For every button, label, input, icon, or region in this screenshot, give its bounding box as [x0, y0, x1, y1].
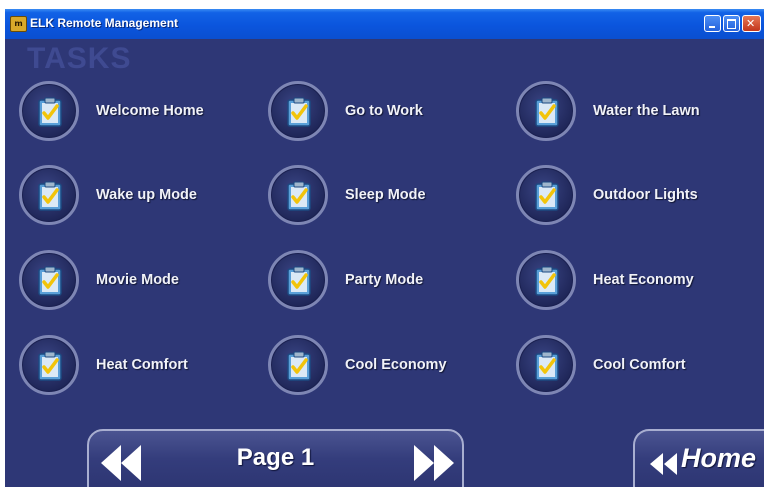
- task-button[interactable]: Heat Comfort: [19, 335, 188, 395]
- task-label: Outdoor Lights: [593, 187, 698, 203]
- task-label: Go to Work: [345, 103, 423, 119]
- task-button[interactable]: Go to Work: [268, 81, 423, 141]
- clipboard-checkmark-icon: [268, 335, 328, 395]
- clipboard-checkmark-icon: [268, 165, 328, 225]
- task-label: Movie Mode: [96, 272, 179, 288]
- minimize-button[interactable]: [704, 15, 721, 32]
- task-label: Sleep Mode: [345, 187, 426, 203]
- task-label: Heat Economy: [593, 272, 694, 288]
- task-label: Heat Comfort: [96, 357, 188, 373]
- clipboard-checkmark-icon: [516, 165, 576, 225]
- task-button[interactable]: Party Mode: [268, 250, 423, 310]
- task-button[interactable]: Cool Economy: [268, 335, 447, 395]
- clipboard-checkmark-icon: [516, 250, 576, 310]
- task-button[interactable]: Wake up Mode: [19, 165, 197, 225]
- app-logo-icon: m: [10, 16, 27, 32]
- clipboard-checkmark-icon: [268, 250, 328, 310]
- task-button[interactable]: Heat Economy: [516, 250, 694, 310]
- pager: Page 1: [87, 429, 464, 487]
- task-button[interactable]: Welcome Home: [19, 81, 204, 141]
- task-label: Cool Comfort: [593, 357, 686, 373]
- app-window: m ELK Remote Management TASKS Welcome Ho…: [5, 9, 764, 487]
- task-label: Water the Lawn: [593, 103, 700, 119]
- maximize-button[interactable]: [723, 15, 740, 32]
- task-button[interactable]: Outdoor Lights: [516, 165, 698, 225]
- task-label: Cool Economy: [345, 357, 447, 373]
- clipboard-checkmark-icon: [19, 335, 79, 395]
- page-indicator: Page 1: [236, 444, 315, 471]
- task-button[interactable]: Sleep Mode: [268, 165, 426, 225]
- home-label: Home: [681, 443, 757, 473]
- clipboard-checkmark-icon: [19, 81, 79, 141]
- home-button[interactable]: Home: [633, 429, 764, 487]
- task-label: Wake up Mode: [96, 187, 197, 203]
- clipboard-checkmark-icon: [19, 165, 79, 225]
- task-button[interactable]: Movie Mode: [19, 250, 179, 310]
- task-button[interactable]: Water the Lawn: [516, 81, 700, 141]
- clipboard-checkmark-icon: [268, 81, 328, 141]
- clipboard-checkmark-icon: [516, 335, 576, 395]
- window-title: ELK Remote Management: [30, 16, 179, 30]
- clipboard-checkmark-icon: [516, 81, 576, 141]
- section-title: TASKS: [27, 42, 132, 75]
- task-label: Welcome Home: [96, 103, 204, 119]
- task-button[interactable]: Cool Comfort: [516, 335, 686, 395]
- close-button[interactable]: [742, 15, 761, 32]
- title-bar[interactable]: m ELK Remote Management: [5, 9, 764, 39]
- task-label: Party Mode: [345, 272, 424, 288]
- clipboard-checkmark-icon: [19, 250, 79, 310]
- double-left-arrow-icon: [650, 453, 677, 475]
- double-right-arrow-icon[interactable]: [412, 443, 456, 483]
